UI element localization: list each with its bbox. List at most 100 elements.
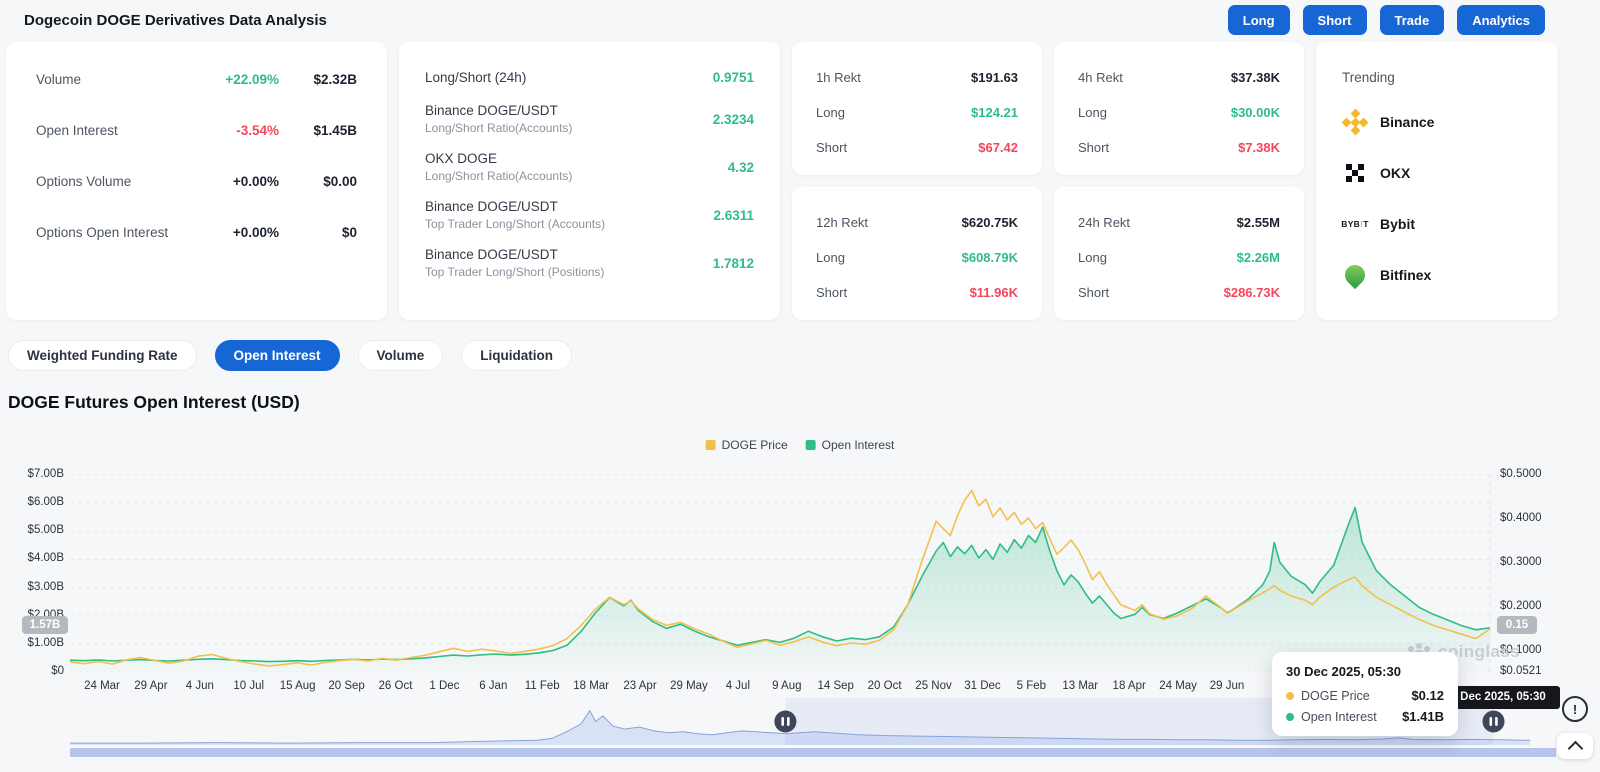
- legend-item[interactable]: DOGE Price: [706, 438, 788, 452]
- left-axis-tick: $7.00B: [0, 468, 64, 480]
- rekt-short-value: $7.38K: [1238, 140, 1280, 155]
- trending-exchange-bitfinex[interactable]: Bitfinex: [1342, 262, 1532, 288]
- bybit-icon: BYB!T: [1342, 219, 1368, 229]
- rekt-card: 1h Rekt$191.63Long$124.21Short$67.42: [792, 42, 1042, 175]
- exchange-name: Binance: [1380, 114, 1434, 130]
- analytics-button[interactable]: Analytics: [1457, 5, 1545, 35]
- header-actions: Long Short Trade Analytics: [1228, 5, 1545, 35]
- stat-change: +0.00%: [193, 174, 279, 189]
- ratio-row: OKX DOGELong/Short Ratio(Accounts)4.32: [425, 151, 754, 183]
- tooltip-series-dot: [1286, 692, 1294, 700]
- chart-legend: DOGE Price Open Interest: [706, 438, 895, 452]
- navigator-handle-left[interactable]: [774, 711, 796, 733]
- ratio-row: Binance DOGE/USDT Long/Short Ratio(Accoun…: [425, 103, 754, 135]
- rekt-card: 4h Rekt$37.38KLong$30.00KShort$7.38K: [1054, 42, 1304, 175]
- current-price-badge: 0.15: [1497, 616, 1537, 634]
- rekt-short-value: $11.96K: [970, 285, 1018, 300]
- rekt-long-value: $2.26M: [1237, 250, 1280, 265]
- stat-label: Options Volume: [36, 174, 193, 189]
- binance-icon: [1342, 111, 1368, 133]
- right-axis-tick: $0.3000: [1500, 556, 1560, 568]
- alert-icon: !: [1562, 696, 1588, 722]
- trending-card: Trending Binance OKX BYB!TBybit Bitfinex: [1316, 42, 1558, 320]
- rekt-row: Short$67.42: [816, 140, 1018, 155]
- left-axis-tick: $0: [0, 665, 64, 677]
- stats-row: Options Open Interest+0.00%$0: [36, 223, 357, 241]
- navigator-scrollbar[interactable]: [70, 748, 1556, 757]
- long-button[interactable]: Long: [1228, 5, 1290, 35]
- rekt-long-label: Long: [816, 105, 971, 120]
- ratio-subtitle: Long/Short Ratio(Accounts): [425, 169, 728, 183]
- trade-button[interactable]: Trade: [1380, 5, 1445, 35]
- stats-row: Options Volume+0.00%$0.00: [36, 172, 357, 190]
- ratio-subtitle: Long/Short Ratio(Accounts): [425, 121, 713, 135]
- ratio-title: Binance DOGE/USDT: [425, 103, 713, 118]
- trending-title: Trending: [1342, 70, 1532, 85]
- stat-change: -3.54%: [193, 123, 279, 138]
- rekt-card: 12h Rekt$620.75KLong$608.79KShort$11.96K: [792, 187, 1042, 320]
- chart-tabs: Weighted Funding Rate Open Interest Volume…: [8, 340, 572, 371]
- ratio-title: Binance DOGE/USDT: [425, 199, 713, 214]
- open-interest-area: [70, 507, 1490, 672]
- right-axis-tick: $0.4000: [1500, 512, 1560, 524]
- tab-weighted-funding-rate[interactable]: Weighted Funding Rate: [8, 340, 197, 371]
- tab-volume[interactable]: Volume: [358, 340, 444, 371]
- left-axis-tick: $3.00B: [0, 581, 64, 593]
- rekt-row: 1h Rekt$191.63: [816, 70, 1018, 85]
- ratio-row: Binance DOGE/USDT Top Trader Long/Short (…: [425, 199, 754, 231]
- rekt-total: $191.63: [971, 70, 1018, 85]
- rekt-row: Long$2.26M: [1078, 250, 1280, 265]
- chart-tooltip: 30 Dec 2025, 05:30 DOGE Price$0.12Open I…: [1272, 652, 1458, 736]
- chart-alert-button[interactable]: !: [1560, 694, 1590, 724]
- rekt-long-value: $608.79K: [962, 250, 1018, 265]
- tooltip-row: DOGE Price$0.12: [1286, 688, 1444, 703]
- page-title: Dogecoin DOGE Derivatives Data Analysis: [24, 0, 327, 40]
- tooltip-row: Open Interest $1.41B: [1286, 709, 1444, 724]
- trending-exchange-okx[interactable]: OKX: [1342, 160, 1532, 186]
- rekt-long-label: Long: [1078, 105, 1231, 120]
- rekt-period: 12h Rekt: [816, 215, 962, 230]
- rekt-row: Long$30.00K: [1078, 105, 1280, 120]
- stat-value: $1.45B: [279, 123, 357, 138]
- stat-value: $2.32B: [279, 72, 357, 87]
- rekt-card: 24h Rekt$2.55MLong$2.26MShort$286.73K: [1054, 187, 1304, 320]
- trending-exchange-binance[interactable]: Binance: [1342, 109, 1532, 135]
- left-axis-tick: $6.00B: [0, 496, 64, 508]
- oi-chart: DOGE PriceOpen Interest $7.00B$6.00B$5.0…: [0, 428, 1600, 772]
- short-button[interactable]: Short: [1303, 5, 1367, 35]
- left-axis-tick: $4.00B: [0, 552, 64, 564]
- ratio-value: 4.32: [728, 160, 754, 175]
- legend-item[interactable]: Open Interest: [806, 438, 895, 452]
- collapse-chart-button[interactable]: [1557, 733, 1593, 759]
- tooltip-series-label: Open Interest: [1301, 710, 1395, 724]
- ratio-value: 2.3234: [713, 112, 754, 127]
- stats-row: Volume+22.09%$2.32B: [36, 70, 357, 88]
- rekt-total: $620.75K: [962, 215, 1018, 230]
- rekt-row: Short$7.38K: [1078, 140, 1280, 155]
- ratio-title: Long/Short (24h): [425, 70, 713, 85]
- chevron-up-icon: [1567, 740, 1583, 756]
- rekt-long-value: $30.00K: [1231, 105, 1280, 120]
- stat-value: $0.00: [279, 174, 357, 189]
- exchange-name: OKX: [1380, 165, 1410, 181]
- market-stats-card: Volume+22.09%$2.32BOpen Interest-3.54%$1…: [6, 42, 387, 320]
- tooltip-series-label: DOGE Price: [1301, 689, 1404, 703]
- ratio-subtitle: Top Trader Long/Short (Accounts): [425, 217, 713, 231]
- tooltip-series-value: $1.41B: [1402, 709, 1444, 724]
- ratio-value: 2.6311: [713, 208, 754, 223]
- stat-value: $0: [279, 225, 357, 240]
- rekt-total: $2.55M: [1237, 215, 1280, 230]
- rekt-short-value: $286.73K: [1224, 285, 1280, 300]
- navigator-handle-right[interactable]: [1483, 711, 1505, 733]
- ratio-value: 0.9751: [713, 70, 754, 85]
- right-axis-tick: $0.0521: [1500, 665, 1560, 677]
- rekt-period: 24h Rekt: [1078, 215, 1237, 230]
- rekt-short-value: $67.42: [978, 140, 1018, 155]
- summary-cards: Volume+22.09%$2.32BOpen Interest-3.54%$1…: [6, 42, 1558, 320]
- liquidation-rekt-cards: 1h Rekt$191.63Long$124.21Short$67.424h R…: [792, 42, 1304, 320]
- trending-exchange-bybit[interactable]: BYB!TBybit: [1342, 211, 1532, 237]
- legend-swatch: [706, 440, 716, 450]
- tab-open-interest[interactable]: Open Interest: [215, 340, 340, 371]
- tab-liquidation[interactable]: Liquidation: [461, 340, 572, 371]
- rekt-row: 12h Rekt$620.75K: [816, 215, 1018, 230]
